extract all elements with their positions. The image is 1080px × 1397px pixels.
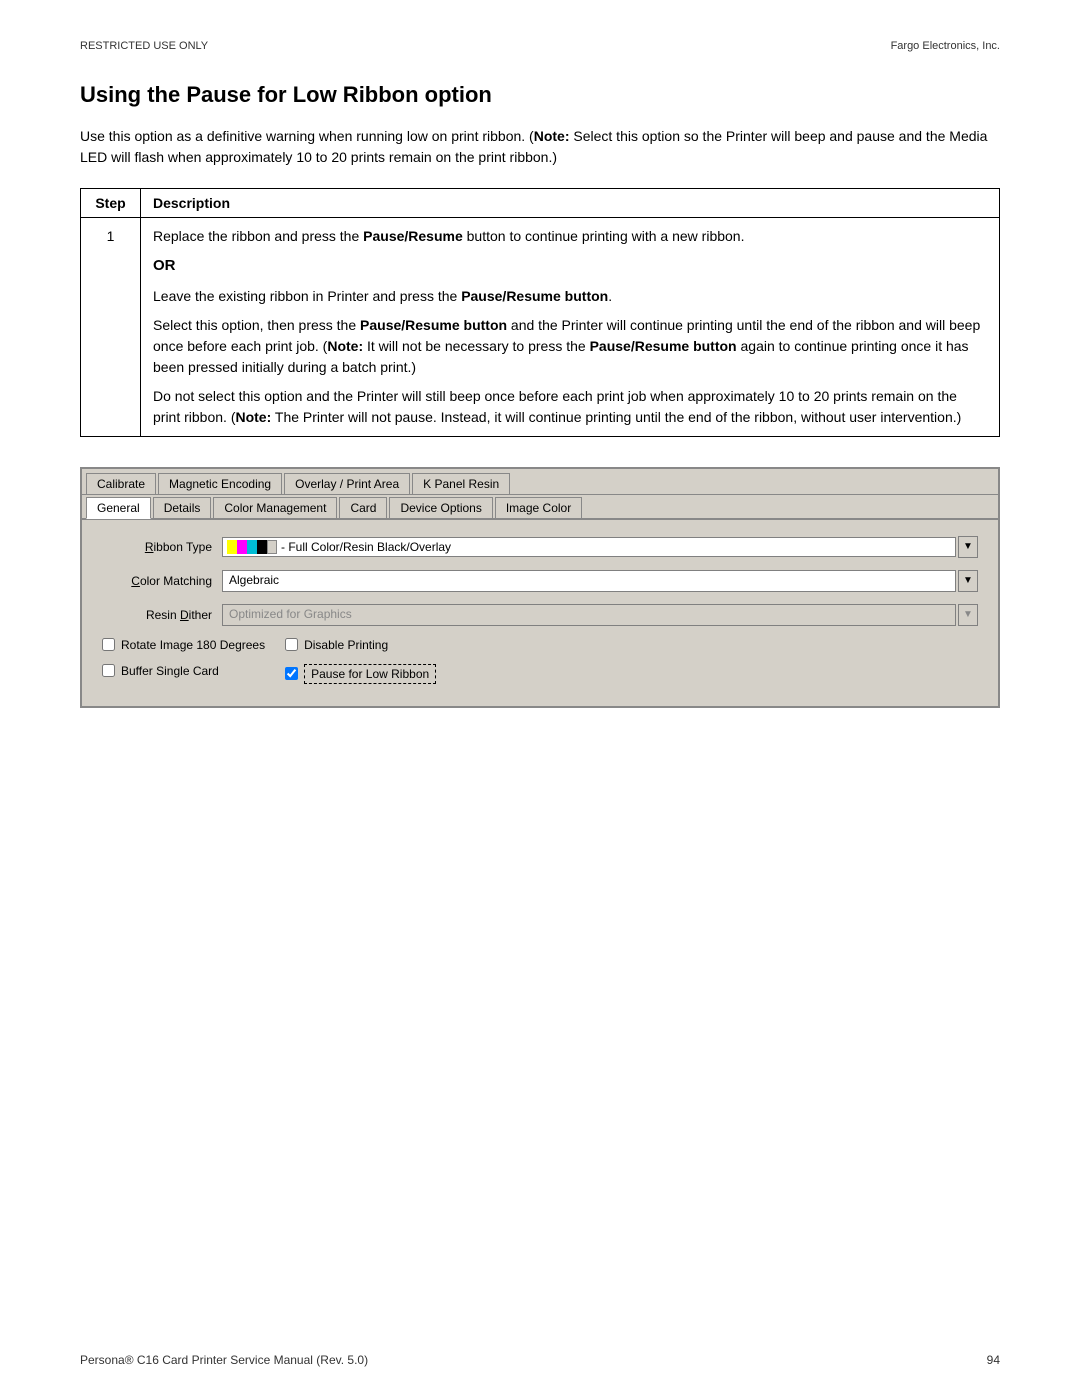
ribbon-type-row: Ribbon Type - Full Color/Resin Black/Ove… [102,536,978,558]
checkbox-col-right: Disable Printing Pause for Low Ribbon [285,638,436,690]
checkbox-col-left: Rotate Image 180 Degrees Buffer Single C… [102,638,265,690]
desc-p3: Select this option, then press the Pause… [153,315,987,378]
header-left: RESTRICTED USE ONLY [80,40,208,52]
desc-p4: Do not select this option and the Printe… [153,386,987,428]
ribbon-type-dropdown-arrow[interactable]: ▼ [958,536,978,558]
ribbon-type-control: - Full Color/Resin Black/Overlay ▼ [222,536,978,558]
desc-or: OR [153,255,987,278]
dialog-tabs-row2: General Details Color Management Card De… [82,495,998,520]
ribbon-color-swatches [227,540,277,554]
checkbox-disable-printing-label: Disable Printing [304,638,388,652]
col-description: Description [141,189,1000,218]
checkbox-rotate-image-label: Rotate Image 180 Degrees [121,638,265,652]
tab-image-color[interactable]: Image Color [495,497,582,518]
footer-right: 94 [987,1353,1000,1367]
ribbon-type-value: - Full Color/Resin Black/Overlay [281,540,451,554]
checkbox-buffer-single-card: Buffer Single Card [102,664,265,678]
color-matching-control: Algebraic ▼ [222,570,978,592]
tab-color-management[interactable]: Color Management [213,497,337,518]
header-right: Fargo Electronics, Inc. [891,40,1000,52]
tab-general[interactable]: General [86,497,151,519]
checkbox-disable-printing-input[interactable] [285,638,298,651]
resin-dither-control: Optimized for Graphics ▼ [222,604,978,626]
page-header: RESTRICTED USE ONLY Fargo Electronics, I… [80,40,1000,52]
color-matching-dropdown-arrow[interactable]: ▼ [958,570,978,592]
step-description: Replace the ribbon and press the Pause/R… [141,218,1000,437]
resin-dither-label-d: D [180,608,189,622]
page: RESTRICTED USE ONLY Fargo Electronics, I… [0,0,1080,1397]
checkboxes-section: Rotate Image 180 Degrees Buffer Single C… [102,638,978,690]
checkbox-disable-printing: Disable Printing [285,638,436,652]
checkbox-buffer-single-card-label: Buffer Single Card [121,664,219,678]
intro-paragraph: Use this option as a definitive warning … [80,126,1000,168]
step-number: 1 [81,218,141,437]
resin-dither-label: Resin Dither [102,608,222,622]
checkbox-buffer-single-card-input[interactable] [102,664,115,677]
color-swatch-o [267,540,277,554]
tab-device-options[interactable]: Device Options [389,497,492,518]
page-title: Using the Pause for Low Ribbon option [80,82,1000,108]
color-swatch-c [247,540,257,554]
color-matching-value[interactable]: Algebraic [222,570,956,592]
checkbox-pause-low-ribbon-label: Pause for Low Ribbon [304,664,436,684]
color-swatch-y [227,540,237,554]
color-swatch-k [257,540,267,554]
color-matching-row: Color Matching Algebraic ▼ [102,570,978,592]
col-step: Step [81,189,141,218]
resin-dither-dropdown-arrow[interactable]: ▼ [958,604,978,626]
tab-magnetic-encoding[interactable]: Magnetic Encoding [158,473,282,494]
tab-k-panel-resin[interactable]: K Panel Resin [412,473,510,494]
intro-note-label: Note: [534,128,570,144]
resin-dither-value: Optimized for Graphics [222,604,956,626]
footer-left: Persona® C16 Card Printer Service Manual… [80,1353,368,1367]
checkbox-pause-low-ribbon: Pause for Low Ribbon [285,664,436,684]
ribbon-type-label-r: R [145,540,154,554]
color-matching-label-c: C [131,574,140,588]
tab-card[interactable]: Card [339,497,387,518]
color-matching-label: Color Matching [102,574,222,588]
dialog-box: Calibrate Magnetic Encoding Overlay / Pr… [80,467,1000,708]
table-row: 1 Replace the ribbon and press the Pause… [81,218,1000,437]
desc-p1: Replace the ribbon and press the Pause/R… [153,226,987,247]
tab-details[interactable]: Details [153,497,212,518]
step-table: Step Description 1 Replace the ribbon an… [80,188,1000,437]
tab-calibrate[interactable]: Calibrate [86,473,156,494]
resin-dither-row: Resin Dither Optimized for Graphics ▼ [102,604,978,626]
dialog-tabs-row1: Calibrate Magnetic Encoding Overlay / Pr… [82,469,998,495]
desc-p2: Leave the existing ribbon in Printer and… [153,286,987,307]
checkbox-rotate-image: Rotate Image 180 Degrees [102,638,265,652]
tab-overlay-print-area[interactable]: Overlay / Print Area [284,473,410,494]
ribbon-type-display[interactable]: - Full Color/Resin Black/Overlay [222,537,956,557]
ribbon-type-label: Ribbon Type [102,540,222,554]
checkbox-pause-low-ribbon-input[interactable] [285,667,298,680]
checkbox-rotate-image-input[interactable] [102,638,115,651]
color-swatch-m [237,540,247,554]
page-footer: Persona® C16 Card Printer Service Manual… [80,1353,1000,1367]
dialog-content: Ribbon Type - Full Color/Resin Black/Ove… [82,520,998,706]
